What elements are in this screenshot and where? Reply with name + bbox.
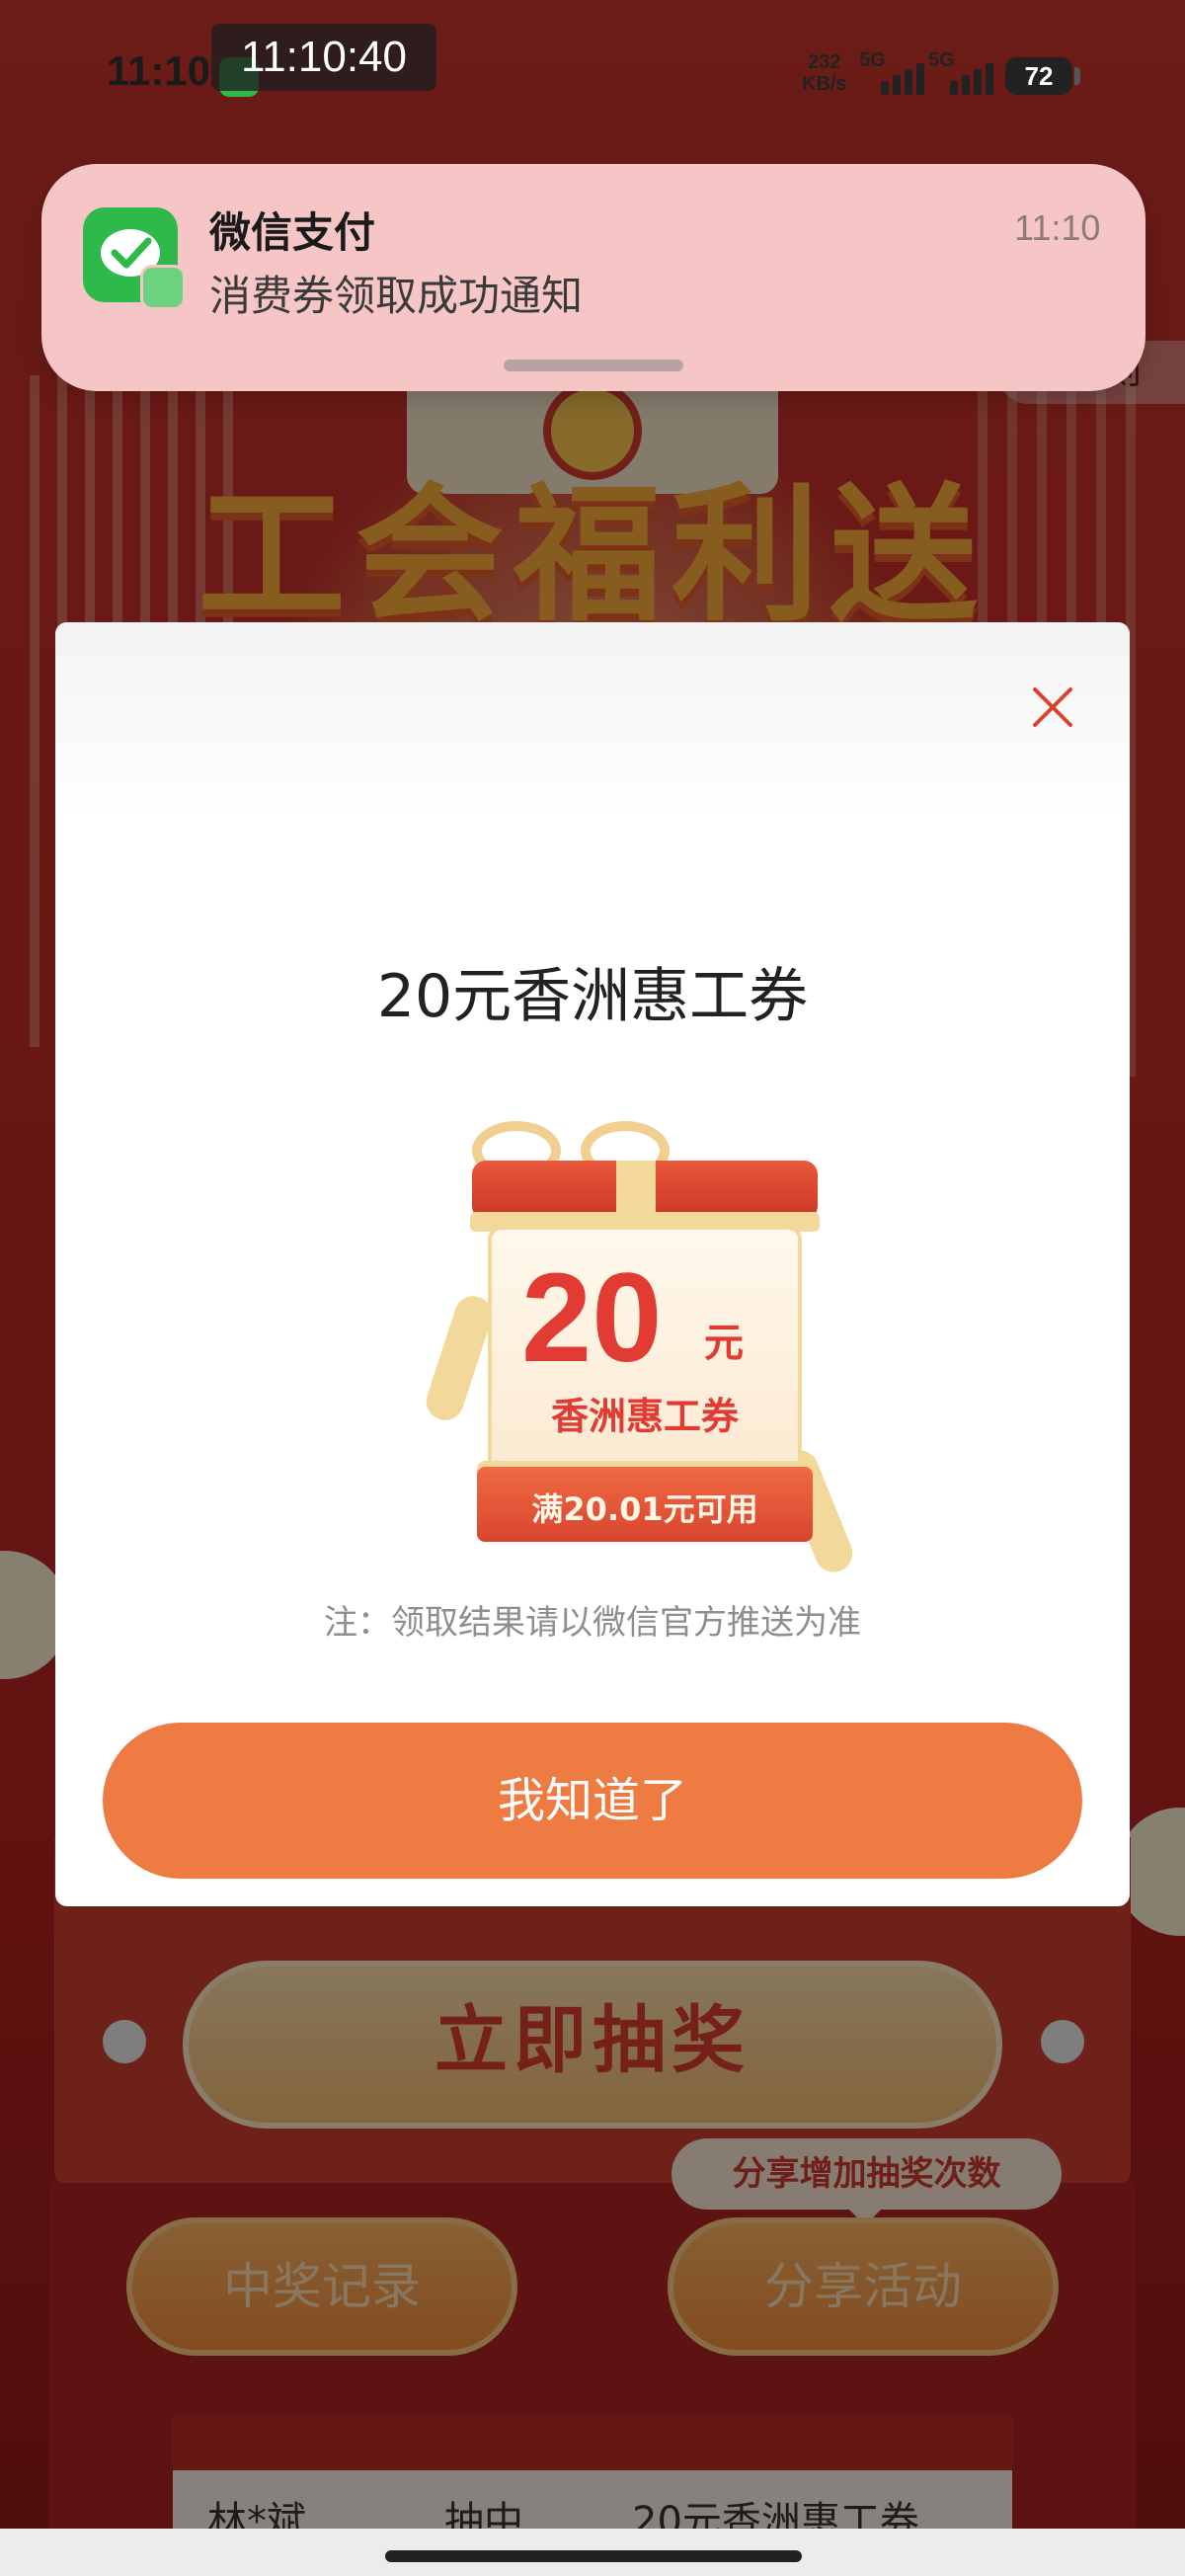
notification-message: 消费券领取成功通知 [209,272,584,320]
status-bar: 11:10 11:10:40 232 KB/s 5G 5G 72 [0,0,1185,148]
signal-strength-icon-2: 5G [928,49,1007,95]
confirm-button[interactable]: 我知道了 [103,1723,1082,1879]
coupon-condition: 满20.01元可用 [531,1490,758,1528]
network-speed: 232 KB/s [802,51,847,95]
network-speed-unit: KB/s [802,73,847,95]
gift-ribbon-left [421,1291,498,1425]
battery-icon: 72 [1005,57,1072,95]
screen-recorder-timer: 11:10:40 [211,24,436,91]
wechat-pay-notification[interactable]: 微信支付 消费券领取成功通知 11:10 [41,164,1146,391]
prize-result-modal: 20元香洲惠工券 20 元 香洲惠工券 满20.01元可用 注：领取结果请以微信… [55,622,1130,1906]
modal-title: 20元香洲惠工券 [376,962,809,1031]
coupon-unit: 元 [704,1321,744,1366]
coupon-gift-illustration: 20 元 香洲惠工券 满20.01元可用 [383,1121,858,1578]
coupon-amount: 20 [521,1248,663,1389]
modal-note: 注：领取结果请以微信官方推送为准 [324,1603,861,1643]
network-speed-value: 232 [808,51,841,73]
close-icon[interactable] [1021,676,1084,739]
wechat-badge-icon [140,265,186,310]
home-indicator[interactable] [385,2550,802,2562]
notification-app-name: 微信支付 [209,208,376,257]
signal-1-label: 5G [859,49,886,71]
coupon-base: 满20.01元可用 [477,1467,813,1542]
signal-2-label: 5G [928,49,955,71]
status-time: 11:10 [107,47,211,94]
notification-time: 11:10 [1014,207,1101,248]
coupon-name: 香洲惠工券 [550,1395,739,1438]
gift-rim [470,1212,820,1232]
modal-header-fade [55,622,1130,820]
notification-drag-handle[interactable] [504,360,683,371]
coupon-card: 20 元 香洲惠工券 [492,1230,798,1487]
battery-tip [1074,67,1080,85]
signal-strength-icon: 5G [859,49,938,95]
